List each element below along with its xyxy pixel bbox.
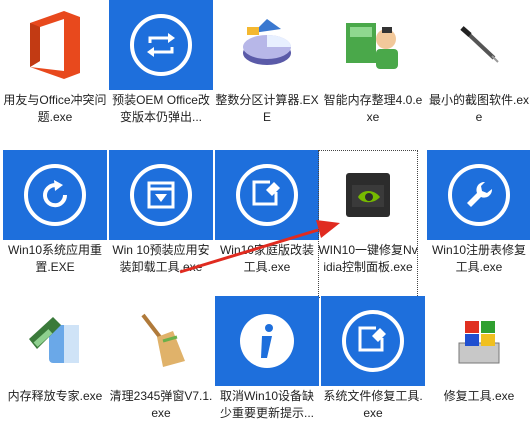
annotation-arrow xyxy=(179,220,340,274)
